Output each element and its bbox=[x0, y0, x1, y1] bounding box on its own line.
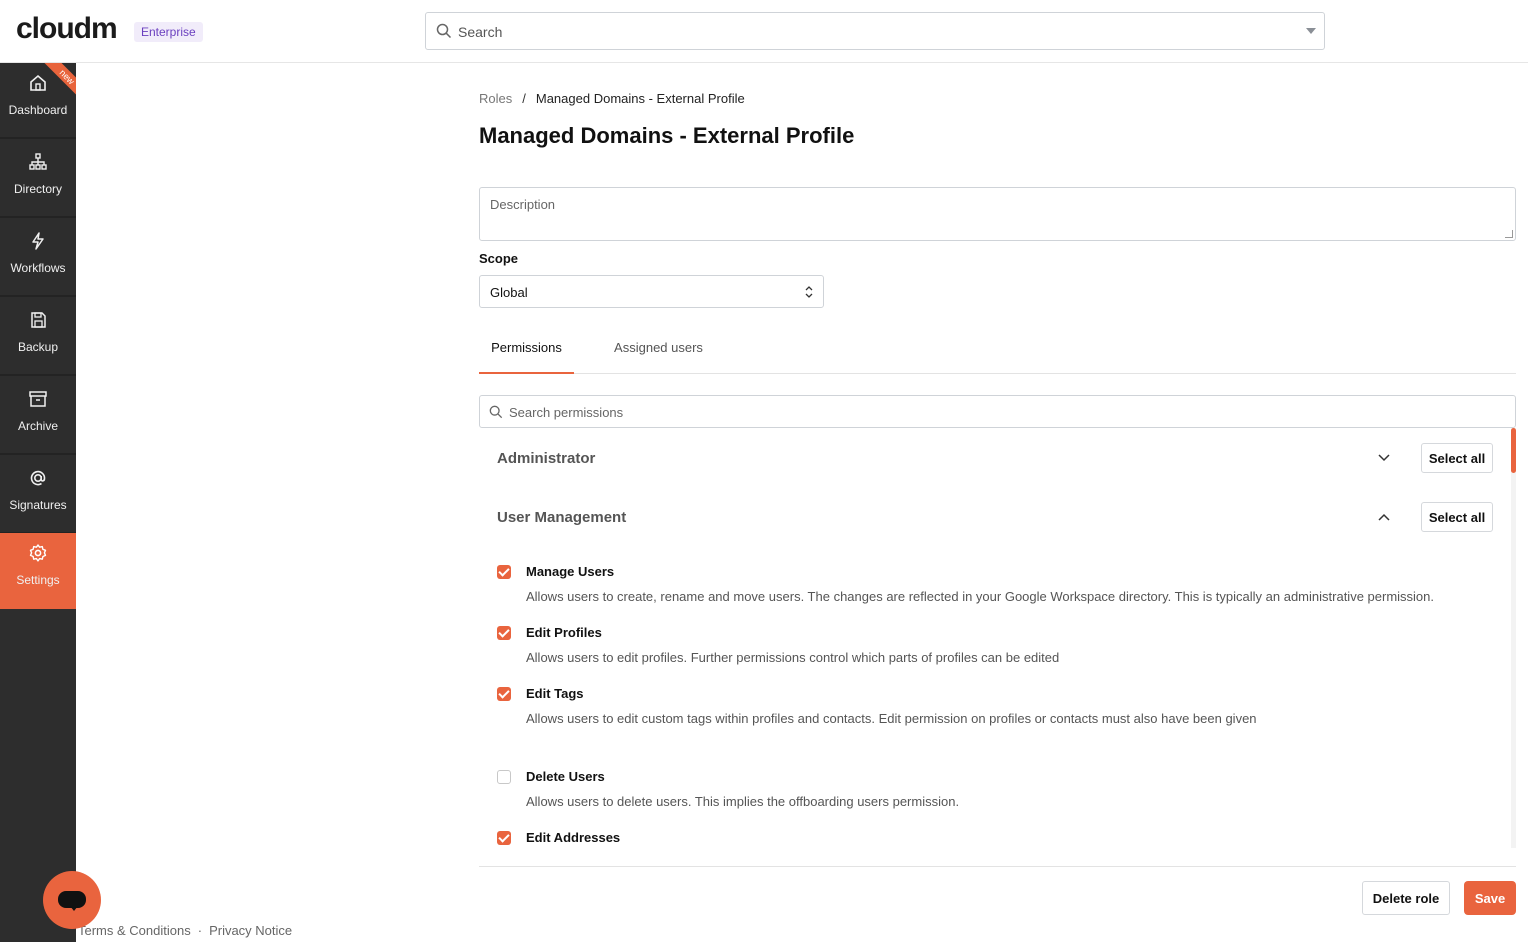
legal-separator: · bbox=[197, 923, 203, 938]
save-icon bbox=[31, 312, 46, 328]
chat-launcher-button[interactable] bbox=[43, 871, 101, 929]
sidebar-item-label: Archive bbox=[17, 419, 58, 433]
permission-search-input[interactable]: Search permissions bbox=[479, 395, 1516, 428]
resize-handle-icon[interactable] bbox=[1505, 230, 1513, 238]
top-bar: cloudm Enterprise Search bbox=[0, 0, 1528, 63]
legal-links: Terms & Conditions · Privacy Notice bbox=[78, 923, 292, 938]
org-chart-icon bbox=[29, 153, 47, 170]
sidebar: new Dashboard Directory Workflows Backup… bbox=[0, 63, 76, 942]
scope-select[interactable]: Global bbox=[479, 275, 824, 308]
permissions-panel: Administrator Select all User Management… bbox=[479, 428, 1516, 848]
edit-profiles-checkbox[interactable] bbox=[497, 626, 511, 640]
sidebar-item-directory[interactable]: Directory bbox=[0, 142, 76, 218]
new-ribbon-label: new bbox=[44, 63, 76, 96]
group-name: User Management bbox=[497, 509, 627, 526]
breadcrumb-separator: / bbox=[522, 91, 526, 106]
permission-description: Allows users to edit profiles. Further p… bbox=[526, 650, 1060, 665]
sidebar-item-signatures[interactable]: Signatures bbox=[0, 458, 76, 534]
save-button[interactable]: Save bbox=[1464, 881, 1516, 915]
sidebar-item-label: Settings bbox=[16, 573, 60, 587]
privacy-link[interactable]: Privacy Notice bbox=[209, 923, 292, 938]
global-search-input[interactable]: Search bbox=[425, 12, 1325, 50]
terms-link[interactable]: Terms & Conditions bbox=[78, 923, 191, 938]
delete-role-button[interactable]: Delete role bbox=[1362, 881, 1450, 915]
archive-box-icon bbox=[29, 391, 47, 407]
sidebar-item-label: Backup bbox=[17, 340, 59, 354]
permission-name: Delete Users bbox=[526, 769, 605, 784]
footer-divider bbox=[479, 866, 1516, 867]
plan-badge: Enterprise bbox=[134, 22, 203, 42]
page-title: Managed Domains - External Profile bbox=[479, 123, 855, 148]
select-arrows-icon bbox=[805, 286, 813, 298]
permission-name: Edit Tags bbox=[526, 686, 584, 701]
group-name: Administrator bbox=[497, 450, 596, 467]
sidebar-item-label: Dashboard bbox=[8, 103, 68, 117]
home-icon bbox=[30, 74, 46, 91]
logo-text: cloudm bbox=[16, 12, 118, 45]
permission-name: Edit Addresses bbox=[526, 830, 621, 845]
chevron-down-icon[interactable] bbox=[1377, 453, 1391, 463]
caret-down-icon[interactable] bbox=[1306, 28, 1316, 34]
manage-users-checkbox[interactable] bbox=[497, 565, 511, 579]
tab-bar: Permissions Assigned users bbox=[479, 330, 1516, 374]
sidebar-item-label: Workflows bbox=[10, 261, 66, 275]
edit-tags-checkbox[interactable] bbox=[497, 687, 511, 701]
delete-users-checkbox[interactable] bbox=[497, 770, 511, 784]
cloudm-logo[interactable]: cloudm bbox=[16, 12, 118, 46]
scrollbar-track[interactable] bbox=[1511, 428, 1516, 848]
search-icon bbox=[489, 405, 503, 419]
permission-search-placeholder: Search permissions bbox=[509, 405, 624, 420]
group-administrator: Administrator Select all bbox=[479, 443, 1509, 483]
search-icon bbox=[436, 23, 452, 39]
select-all-administrator-button[interactable]: Select all bbox=[1421, 443, 1493, 473]
at-sign-icon bbox=[30, 470, 46, 486]
lightning-icon bbox=[32, 232, 44, 250]
permission-description: Allows users to create, rename and move … bbox=[526, 589, 1435, 604]
edit-addresses-checkbox[interactable] bbox=[497, 831, 511, 845]
sidebar-item-archive[interactable]: Archive bbox=[0, 379, 76, 455]
select-all-user-management-button[interactable]: Select all bbox=[1421, 502, 1493, 532]
chevron-up-icon[interactable] bbox=[1377, 512, 1391, 522]
tab-assigned-users[interactable]: Assigned users bbox=[601, 330, 716, 374]
sidebar-item-settings[interactable]: Settings bbox=[0, 533, 76, 609]
permission-name: Edit Profiles bbox=[526, 625, 602, 640]
tab-permissions[interactable]: Permissions bbox=[479, 330, 574, 374]
permission-name: Manage Users bbox=[526, 564, 615, 579]
description-placeholder: Description bbox=[490, 197, 556, 212]
sidebar-item-backup[interactable]: Backup bbox=[0, 300, 76, 376]
permission-description: Allows users to edit custom tags within … bbox=[526, 711, 1257, 726]
scope-selected-value: Global bbox=[490, 285, 528, 300]
chat-icon bbox=[58, 891, 86, 911]
description-textarea[interactable]: Description bbox=[479, 187, 1516, 241]
breadcrumb-current: Managed Domains - External Profile bbox=[535, 91, 745, 106]
permission-description: Allows users to delete users. This impli… bbox=[526, 794, 960, 809]
global-search-placeholder: Search bbox=[458, 24, 503, 40]
sidebar-item-label: Directory bbox=[13, 182, 62, 196]
breadcrumb-roles-link[interactable]: Roles bbox=[479, 91, 512, 106]
scrollbar-thumb[interactable] bbox=[1511, 428, 1516, 473]
group-user-management: User Management Select all bbox=[479, 502, 1509, 542]
sidebar-item-workflows[interactable]: Workflows bbox=[0, 221, 76, 297]
breadcrumb: Roles / Managed Domains - External Profile bbox=[479, 91, 745, 106]
sidebar-item-dashboard[interactable]: new Dashboard bbox=[0, 63, 76, 139]
gear-icon bbox=[29, 544, 47, 562]
sidebar-item-label: Signatures bbox=[9, 498, 67, 512]
scope-label: Scope bbox=[479, 251, 519, 266]
